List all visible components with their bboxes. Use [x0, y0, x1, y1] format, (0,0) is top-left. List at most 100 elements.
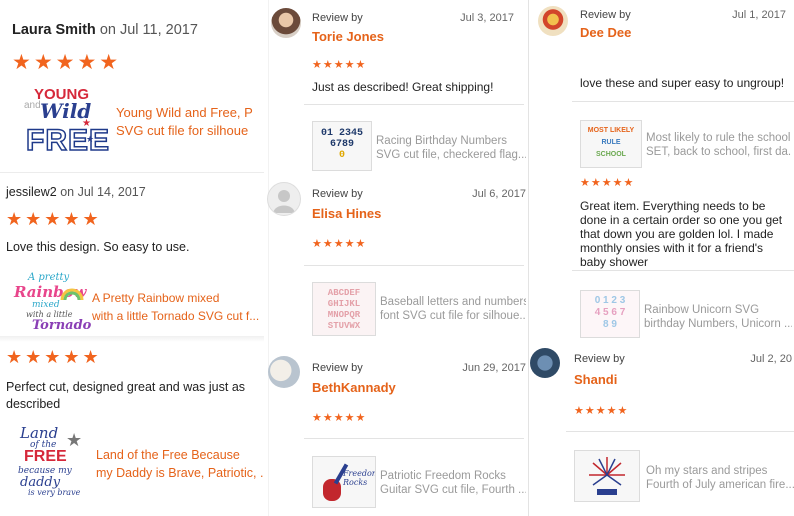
- reviewer-name[interactable]: Dee Dee: [580, 25, 631, 40]
- review-date: Jul 1, 2017: [732, 9, 786, 21]
- product-title-line: Rainbow Unicorn SVG: [644, 304, 760, 316]
- review-text: Great item. Everything needs to be done …: [580, 199, 782, 269]
- column-divider: [268, 0, 269, 516]
- review-date: on Jul 14, 2017: [60, 185, 146, 199]
- reviewer-avatar[interactable]: [538, 6, 568, 36]
- product-title-link[interactable]: Young Wild and Free, P SVG cut file for …: [116, 104, 264, 140]
- divider: [0, 336, 264, 342]
- divider: [304, 104, 524, 105]
- product-title-line: A Pretty Rainbow mixed: [92, 291, 220, 305]
- divider: [572, 101, 794, 102]
- thumb-text: and: [24, 100, 41, 111]
- review-date: Jul 2, 20: [750, 353, 792, 365]
- review-by-label: Review by: [312, 188, 363, 200]
- product-title-link[interactable]: Baseball letters and numbers font SVG cu…: [380, 295, 526, 323]
- review-text-line: done in a certain order so one you get: [580, 213, 783, 227]
- product-title-line: Guitar SVG cut file, Fourth ...: [380, 484, 526, 496]
- svg-text:★: ★: [82, 118, 91, 129]
- product-title-line: Racing Birthday Numbers: [376, 135, 508, 147]
- product-thumbnail[interactable]: 0 1 2 3 4 5 6 7 8 9: [580, 290, 640, 338]
- review-text: Perfect cut, designed great and was just…: [6, 379, 245, 413]
- product-title-link[interactable]: A Pretty Rainbow mixed with a little Tor…: [92, 289, 264, 325]
- review-text-line: Great item. Everything needs to be: [580, 199, 766, 213]
- reviewer-avatar[interactable]: [271, 8, 301, 38]
- review-text: Just as described! Great shipping!: [312, 80, 494, 94]
- thumb-text: 0: [338, 150, 345, 161]
- reviewer-name[interactable]: jessilew2: [6, 185, 57, 199]
- product-thumbnail[interactable]: YOUNG Wild and FREE ★ ★: [18, 86, 110, 158]
- thumb-text: 6789: [329, 139, 354, 150]
- rainbow-icon: [60, 288, 84, 301]
- star-rating: ★★★★★: [574, 405, 629, 417]
- star-rating: ★★★★★: [580, 177, 635, 189]
- product-thumbnail[interactable]: 01 2345 6789 0: [312, 121, 372, 171]
- product-title-line: Land of the Free Because: [96, 448, 240, 462]
- product-title-line: Oh my stars and stripes: [646, 465, 768, 477]
- product-title-link[interactable]: Oh my stars and stripes Fourth of July a…: [646, 464, 794, 492]
- reviewer-avatar[interactable]: [268, 356, 300, 388]
- reviewer-line: Laura Smith on Jul 11, 2017: [12, 22, 198, 38]
- thumb-text: STUVWX: [327, 321, 361, 331]
- divider: [572, 270, 794, 271]
- review-text: love these and super easy to ungroup!: [580, 76, 785, 90]
- thumb-text: 0 1 2 3: [594, 295, 626, 306]
- reviewer-name[interactable]: Elisa Hines: [312, 206, 381, 221]
- product-title-line: Baseball letters and numbers: [380, 296, 526, 308]
- svg-text:★: ★: [66, 430, 82, 450]
- column-divider: [528, 0, 529, 516]
- thumb-text: is very brave: [28, 488, 81, 497]
- product-thumbnail[interactable]: Freedom Rocks: [312, 456, 376, 508]
- review-text-line: that down you are golden lol. I made: [580, 227, 774, 241]
- thumb-text: GHIJKL: [327, 299, 361, 309]
- star-rating: ★★★★★: [312, 238, 367, 250]
- review-by-label: Review by: [574, 353, 625, 365]
- reviewer-name[interactable]: Torie Jones: [312, 29, 384, 44]
- star-rating: ★★★★★: [312, 412, 367, 424]
- product-thumbnail[interactable]: A pretty Rainbow mixed with a little Tor…: [10, 270, 91, 336]
- product-thumbnail[interactable]: [574, 450, 640, 502]
- product-thumbnail[interactable]: MOST LIKELY RULE SCHOOL: [580, 120, 642, 168]
- product-title-link[interactable]: Rainbow Unicorn SVG birthday Numbers, Un…: [644, 303, 792, 331]
- reviewer-avatar[interactable]: [530, 348, 560, 378]
- fireworks-icon: [589, 457, 625, 495]
- product-title-line: SVG cut file for silhoue: [116, 123, 249, 138]
- divider: [304, 438, 524, 439]
- thumb-text: Freedom: [343, 469, 376, 478]
- review-date: Jul 6, 2017: [472, 188, 526, 200]
- person-icon: [273, 190, 295, 213]
- product-title-link[interactable]: Land of the Free Because my Daddy is Bra…: [96, 446, 264, 482]
- review-text: Love this design. So easy to use.: [6, 240, 190, 254]
- product-title-link[interactable]: Racing Birthday Numbers SVG cut file, ch…: [376, 134, 526, 162]
- review-date: Jun 29, 2017: [462, 362, 526, 374]
- product-title-line: Patriotic Freedom Rocks: [380, 470, 506, 482]
- product-title-line: Fourth of July american fire...: [646, 479, 794, 491]
- thumb-text: MOST LIKELY: [587, 127, 635, 134]
- thumb-text: 01 2345: [320, 128, 363, 139]
- thumb-text: ABCDEF: [327, 288, 361, 298]
- review-text-line: described: [6, 397, 61, 411]
- product-title-link[interactable]: Most likely to rule the school SET, back…: [646, 131, 792, 159]
- reviewer-name[interactable]: BethKannady: [312, 380, 396, 395]
- divider: [566, 431, 794, 432]
- thumb-text: A pretty: [28, 272, 70, 283]
- stars-decoration-icon: ★★: [82, 118, 94, 144]
- product-title-line: SET, back to school, first da...: [646, 146, 792, 158]
- star-rating: ★★★★★: [312, 59, 367, 71]
- reviewer-name[interactable]: Shandi: [574, 372, 617, 387]
- thumb-text: RULE: [601, 139, 621, 146]
- product-title-line: font SVG cut file for silhoue...: [380, 310, 526, 322]
- product-thumbnail[interactable]: ABCDEF GHIJKL MNOPQR STUVWX: [312, 282, 376, 336]
- reviewer-line: jessilew2 on Jul 14, 2017: [6, 185, 146, 199]
- product-title-line: Most likely to rule the school: [646, 132, 791, 144]
- product-thumbnail[interactable]: Land of the FREE because my daddy is ver…: [12, 424, 88, 498]
- star-decoration-icon: ★: [66, 430, 82, 450]
- reviewer-name[interactable]: Laura Smith: [12, 22, 96, 38]
- product-title-link[interactable]: Patriotic Freedom Rocks Guitar SVG cut f…: [380, 469, 526, 497]
- default-avatar-icon[interactable]: [267, 182, 301, 216]
- review-text-line: monthly onsies with it for a friend's: [580, 241, 764, 255]
- review-by-label: Review by: [312, 362, 363, 374]
- thumb-text: SCHOOL: [596, 151, 626, 158]
- review-date: on Jul 11, 2017: [99, 22, 198, 38]
- star-rating: ★★★★★: [12, 51, 122, 74]
- review-by-label: Review by: [580, 9, 631, 21]
